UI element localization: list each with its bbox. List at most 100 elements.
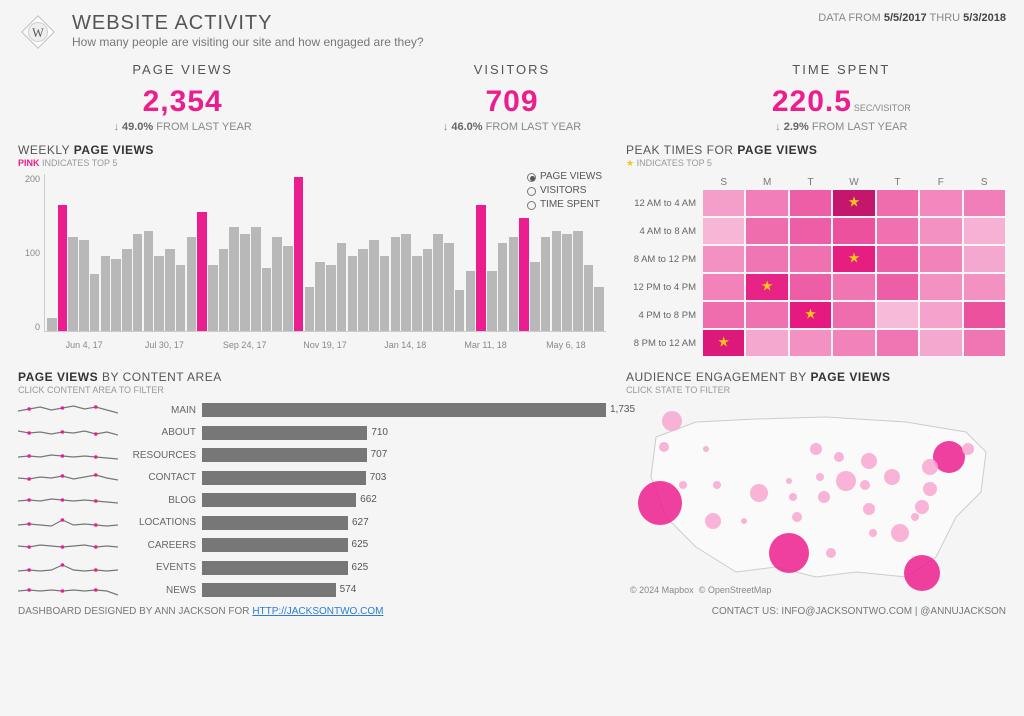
map-bubble[interactable] (741, 518, 747, 524)
weekly-bar[interactable] (101, 256, 111, 331)
map-bubble[interactable] (810, 443, 822, 455)
map-bubble[interactable] (923, 482, 937, 496)
heatmap-cell[interactable] (964, 274, 1005, 300)
peak-heatmap[interactable]: SMTWTFS12 AM to 4 AM★4 AM to 8 AM8 AM to… (626, 177, 1006, 356)
heatmap-cell[interactable] (746, 190, 787, 216)
weekly-bar[interactable] (476, 205, 486, 331)
weekly-bar[interactable] (498, 243, 508, 331)
weekly-bar[interactable] (519, 218, 529, 331)
heatmap-cell[interactable] (964, 330, 1005, 356)
map-bubble[interactable] (679, 481, 687, 489)
heatmap-cell[interactable] (920, 218, 961, 244)
heatmap-cell[interactable] (920, 330, 961, 356)
weekly-bar[interactable] (423, 249, 433, 331)
kpi-page-views[interactable]: PAGE VIEWS 2,354 ↓ 49.0% FROM LAST YEAR (20, 62, 346, 133)
heatmap-cell[interactable] (703, 274, 744, 300)
weekly-bar[interactable] (272, 237, 282, 331)
weekly-bar[interactable] (573, 231, 583, 331)
map-bubble[interactable] (750, 484, 768, 502)
weekly-bar[interactable] (509, 237, 519, 331)
heatmap-cell[interactable] (833, 330, 874, 356)
content-row[interactable]: LOCATIONS627 (126, 514, 606, 533)
weekly-bar[interactable] (144, 231, 154, 331)
weekly-bar[interactable] (187, 237, 197, 331)
weekly-bar[interactable] (154, 256, 164, 331)
weekly-chart[interactable]: PAGE VIEWS VISITORS TIME SPENT 2001000 J… (18, 174, 606, 354)
map-bubble[interactable] (922, 459, 938, 475)
weekly-bar[interactable] (111, 259, 121, 331)
heatmap-cell[interactable] (964, 302, 1005, 328)
map-bubble[interactable] (816, 473, 824, 481)
weekly-bar[interactable] (208, 265, 218, 331)
content-row[interactable]: ABOUT710 (126, 424, 606, 443)
heatmap-cell[interactable] (920, 274, 961, 300)
weekly-bar[interactable] (348, 256, 358, 331)
content-row[interactable]: CONTACT703 (126, 469, 606, 488)
content-row[interactable]: RESOURCES707 (126, 446, 606, 465)
heatmap-cell[interactable] (790, 330, 831, 356)
heatmap-cell[interactable] (746, 246, 787, 272)
weekly-bar[interactable] (294, 177, 304, 331)
weekly-bar[interactable] (133, 234, 143, 331)
heatmap-cell[interactable] (746, 218, 787, 244)
map-bubble[interactable] (911, 513, 919, 521)
heatmap-cell[interactable] (833, 302, 874, 328)
heatmap-cell[interactable]: ★ (833, 190, 874, 216)
heatmap-cell[interactable]: ★ (833, 246, 874, 272)
sparkline[interactable] (18, 469, 118, 488)
map-bubble[interactable] (638, 481, 682, 525)
sparkline[interactable] (18, 446, 118, 465)
map-bubble[interactable] (659, 442, 669, 452)
footer-link[interactable]: HTTP://JACKSONTWO.COM (252, 606, 383, 617)
weekly-bar[interactable] (380, 256, 390, 331)
weekly-bar[interactable] (455, 290, 465, 331)
heatmap-cell[interactable] (703, 302, 744, 328)
weekly-bar[interactable] (337, 243, 347, 331)
weekly-bar[interactable] (487, 271, 497, 331)
weekly-bar[interactable] (58, 205, 68, 331)
weekly-bar[interactable] (466, 271, 476, 331)
weekly-bar[interactable] (219, 249, 229, 331)
sparkline[interactable] (18, 514, 118, 533)
heatmap-cell[interactable] (920, 246, 961, 272)
weekly-bar[interactable] (79, 240, 89, 331)
weekly-bar[interactable] (412, 256, 422, 331)
weekly-bar[interactable] (305, 287, 315, 331)
heatmap-cell[interactable]: ★ (790, 302, 831, 328)
weekly-bar[interactable] (90, 274, 100, 331)
heatmap-cell[interactable] (877, 274, 918, 300)
sparkline[interactable] (18, 424, 118, 443)
weekly-bar[interactable] (594, 287, 604, 331)
sparkline[interactable] (18, 491, 118, 510)
heatmap-cell[interactable] (790, 190, 831, 216)
sparkline[interactable] (18, 536, 118, 555)
map-bubble[interactable] (891, 524, 909, 542)
weekly-bar[interactable] (47, 318, 57, 331)
map-bubble[interactable] (662, 411, 682, 431)
heatmap-cell[interactable] (877, 218, 918, 244)
heatmap-cell[interactable] (703, 190, 744, 216)
weekly-bar[interactable] (369, 240, 379, 331)
heatmap-cell[interactable] (877, 330, 918, 356)
weekly-bar[interactable] (444, 243, 454, 331)
heatmap-cell[interactable] (790, 218, 831, 244)
weekly-bar[interactable] (552, 231, 562, 331)
heatmap-cell[interactable] (833, 274, 874, 300)
weekly-bar[interactable] (584, 265, 594, 331)
sparkline[interactable] (18, 401, 118, 420)
content-row[interactable]: MAIN1,735 (126, 401, 606, 420)
weekly-bar[interactable] (433, 234, 443, 331)
sparkline[interactable] (18, 581, 118, 600)
weekly-bar[interactable] (229, 227, 239, 331)
weekly-bar[interactable] (122, 249, 132, 331)
weekly-bar[interactable] (541, 237, 551, 331)
heatmap-cell[interactable] (877, 302, 918, 328)
us-map[interactable]: © 2024 Mapbox © OpenStreetMap (626, 397, 1006, 597)
weekly-bar[interactable] (326, 265, 336, 331)
heatmap-cell[interactable] (703, 246, 744, 272)
weekly-bar[interactable] (358, 249, 368, 331)
weekly-bar[interactable] (262, 268, 272, 331)
weekly-bar[interactable] (562, 234, 572, 331)
heatmap-cell[interactable] (964, 218, 1005, 244)
weekly-bar[interactable] (68, 237, 78, 331)
